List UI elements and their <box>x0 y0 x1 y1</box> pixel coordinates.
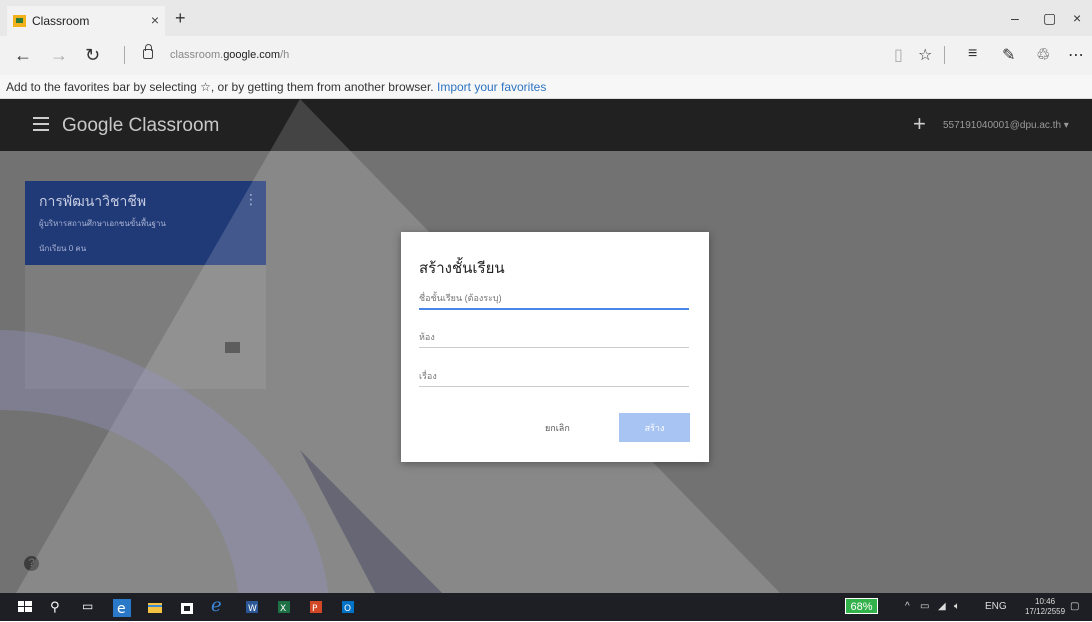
cancel-button[interactable]: ยกเลิก <box>545 421 570 435</box>
svg-text:W: W <box>248 604 257 614</box>
create-button[interactable]: สร้าง <box>619 413 690 442</box>
store-icon[interactable] <box>179 599 195 615</box>
dialog-title: สร้างชั้นเรียน <box>419 260 505 277</box>
show-hidden-icons-icon[interactable]: ^ <box>905 601 910 612</box>
new-tab-button[interactable]: + <box>175 8 186 29</box>
task-view-icon[interactable]: ▭ <box>82 599 98 615</box>
input-language[interactable]: ENG <box>985 601 1007 612</box>
svg-text:O: O <box>344 604 351 614</box>
refresh-icon[interactable]: ↻ <box>85 45 100 66</box>
add-class-button[interactable]: + <box>913 111 926 137</box>
favorites-bar: Add to the favorites bar by selecting ☆,… <box>0 75 1092 99</box>
help-icon[interactable]: ? <box>24 556 39 571</box>
share-icon[interactable]: ♲ <box>1036 45 1050 65</box>
browser-tabbar: Classroom × + – ▢ × <box>0 0 1092 36</box>
svg-text:P: P <box>312 604 318 614</box>
close-window-icon[interactable]: × <box>1073 10 1081 26</box>
edge-icon[interactable]: e <box>113 599 133 617</box>
web-note-icon[interactable]: ✎ <box>1002 45 1015 65</box>
menu-icon[interactable] <box>33 117 49 131</box>
restore-icon[interactable]: ▢ <box>1043 10 1056 27</box>
divider <box>124 46 125 64</box>
search-icon[interactable]: ⚲ <box>50 599 66 615</box>
card-options-icon[interactable]: ⋮ <box>244 191 258 208</box>
volume-icon[interactable]: 🔈︎ <box>954 601 960 612</box>
battery-icon[interactable]: ▭ <box>920 601 929 612</box>
start-icon[interactable] <box>17 599 33 615</box>
file-explorer-icon[interactable] <box>147 599 163 615</box>
network-icon[interactable]: ◢ <box>938 601 946 612</box>
more-icon[interactable]: ⋯ <box>1068 45 1084 65</box>
word-icon[interactable]: W <box>244 599 260 615</box>
class-card[interactable]: การพัฒนาวิชาชีพ ผู้บริหารสถานศึกษาเอกชนข… <box>25 181 266 389</box>
class-title[interactable]: การพัฒนาวิชาชีพ <box>39 191 252 213</box>
forward-icon[interactable]: → <box>50 45 68 66</box>
section-input[interactable] <box>419 326 689 348</box>
class-name-input[interactable] <box>419 288 689 310</box>
student-count: นักเรียน 0 คน <box>39 244 87 253</box>
import-favorites-link[interactable]: Import your favorites <box>437 80 546 94</box>
minimize-icon[interactable]: – <box>1011 10 1019 26</box>
lock-icon <box>143 44 153 59</box>
browser-tab[interactable]: Classroom × <box>7 6 165 36</box>
outlook-icon[interactable]: O <box>340 599 356 615</box>
action-center-icon[interactable]: ▢ <box>1070 601 1079 612</box>
address-bar: ← → ↻ classroom.google.com/h ▯ ☆ ≡ ✎ ♲ ⋯ <box>0 36 1092 75</box>
svg-text:X: X <box>280 604 286 614</box>
reading-view-icon[interactable]: ▯ <box>894 45 903 65</box>
internet-explorer-icon[interactable]: ℯ <box>211 595 227 615</box>
excel-icon[interactable]: X <box>276 599 292 615</box>
account-menu[interactable]: 557191040001@dpu.ac.th ▾ <box>943 120 1069 131</box>
subject-input[interactable] <box>419 365 689 387</box>
divider <box>944 46 945 64</box>
svg-text:e: e <box>117 601 126 617</box>
clock-time: 10:46 <box>1035 597 1056 606</box>
windows-taskbar: ⚲ ▭ e ℯ W X P O 68% ^ ▭ ◢ 🔈︎ ENG 10:46 1… <box>0 593 1092 621</box>
class-card-banner: การพัฒนาวิชาชีพ ผู้บริหารสถานศึกษาเอกชนข… <box>25 181 266 265</box>
folder-icon[interactable] <box>225 342 240 353</box>
classroom-favicon-icon <box>13 15 26 27</box>
create-class-dialog: สร้างชั้นเรียน ยกเลิก สร้าง <box>401 232 709 462</box>
class-subtitle: ผู้บริหารสถานศึกษาเอกชนขั้นพื้นฐาน <box>39 219 166 228</box>
back-icon[interactable]: ← <box>14 45 32 66</box>
hub-icon[interactable]: ≡ <box>968 45 977 63</box>
battery-indicator[interactable]: 68% <box>845 598 878 614</box>
favbar-text: Add to the favorites bar by selecting ☆,… <box>6 80 434 94</box>
app-title: Google Classroom <box>62 115 220 136</box>
clock[interactable]: 10:46 17/12/2559 <box>1025 597 1065 617</box>
tab-close-icon[interactable]: × <box>151 12 159 28</box>
clock-date: 17/12/2559 <box>1025 607 1066 616</box>
powerpoint-icon[interactable]: P <box>308 599 324 615</box>
favorite-star-icon[interactable]: ☆ <box>918 45 932 65</box>
url-field[interactable]: classroom.google.com/h <box>170 49 289 61</box>
app-header: Google Classroom + 557191040001@dpu.ac.t… <box>0 99 1092 151</box>
tab-title: Classroom <box>32 14 90 28</box>
